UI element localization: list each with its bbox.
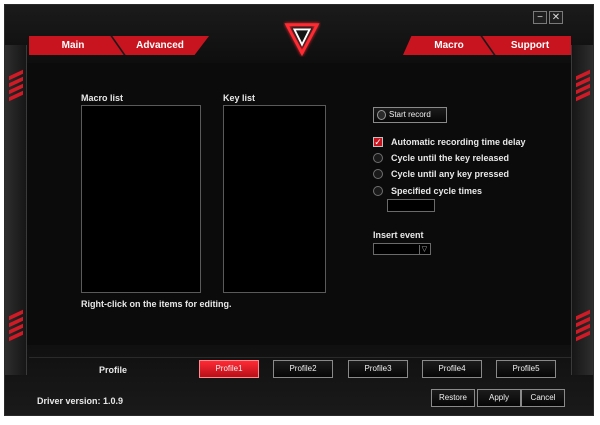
option-label: Cycle until the key released [391, 153, 510, 163]
app-window: − ✕ Main Advanced Macro Support Macro li… [4, 4, 594, 416]
chevron-down-icon[interactable]: ▽ [419, 245, 429, 254]
start-record-button[interactable]: Start record [373, 107, 447, 123]
decor-stripes [576, 309, 590, 343]
decor-stripes [576, 69, 590, 103]
left-side-panel [5, 45, 27, 375]
separator [29, 357, 571, 358]
key-list-label: Key list [223, 93, 256, 103]
profile3-button[interactable]: Profile3 [348, 360, 408, 378]
profile2-button[interactable]: Profile2 [273, 360, 333, 378]
driver-version: Driver version: 1.0.9 [37, 396, 124, 406]
radio-icon[interactable] [373, 153, 383, 163]
macro-list[interactable] [81, 105, 201, 293]
start-record-label: Start record [389, 110, 431, 119]
close-button[interactable]: ✕ [549, 11, 563, 24]
record-icon [377, 110, 386, 120]
v-logo-icon [284, 23, 320, 57]
cycle-times-input[interactable] [387, 199, 435, 212]
tab-advanced[interactable]: Advanced [119, 36, 201, 55]
radio-icon[interactable] [373, 169, 383, 179]
profile5-button[interactable]: Profile5 [496, 360, 556, 378]
option-label: Automatic recording time delay [391, 137, 526, 147]
tab-support[interactable]: Support [489, 36, 571, 55]
key-list[interactable] [223, 105, 326, 293]
minimize-button[interactable]: − [533, 11, 547, 24]
insert-event-select[interactable]: ▽ [373, 243, 431, 255]
profile1-button[interactable]: Profile1 [199, 360, 259, 378]
checkbox-checked-icon[interactable]: ✓ [373, 137, 383, 147]
decor-stripes [9, 69, 23, 103]
decor-stripes [9, 309, 23, 343]
right-tab-bar: Macro Support [403, 36, 571, 55]
left-tab-bar: Main Advanced [29, 36, 209, 55]
apply-button[interactable]: Apply [477, 389, 521, 407]
tab-macro[interactable]: Macro [411, 36, 487, 55]
option-label: Cycle until any key pressed [391, 169, 510, 179]
profile4-button[interactable]: Profile4 [422, 360, 482, 378]
insert-event-label: Insert event [373, 230, 424, 240]
profile-label: Profile [99, 365, 128, 375]
right-side-panel [571, 45, 593, 375]
radio-icon[interactable] [373, 186, 383, 196]
edit-hint: Right-click on the items for editing. [81, 299, 232, 309]
macro-list-label: Macro list [81, 93, 124, 103]
restore-button[interactable]: Restore [431, 389, 475, 407]
tab-main[interactable]: Main [29, 36, 117, 55]
cancel-button[interactable]: Cancel [521, 389, 565, 407]
option-label: Specified cycle times [391, 186, 483, 196]
